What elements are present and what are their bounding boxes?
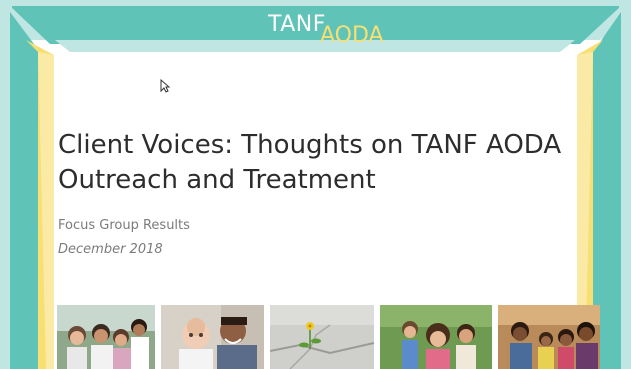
presentation-slide: TANF AODA Client Voices: Thoughts on TAN…	[0, 0, 631, 369]
mother-kids-photo	[380, 305, 492, 369]
slide-title-line-2: Outreach and Treatment	[58, 165, 376, 195]
family-photo	[57, 305, 155, 369]
flower-sidewalk-photo	[270, 305, 374, 369]
slide-subtitle: Focus Group Results	[58, 218, 190, 233]
mouse-pointer-icon	[160, 79, 170, 93]
family-group-photo	[498, 305, 600, 369]
logo-aoda-text: AODA	[320, 23, 384, 48]
slide-title-line-1: Client Voices: Thoughts on TANF AODA	[58, 130, 562, 160]
father-baby-photo	[161, 305, 264, 369]
slide-title: Client Voices: Thoughts on TANF AODA Out…	[58, 128, 598, 198]
logo-tanf-text: TANF	[268, 12, 326, 37]
slide-date: December 2018	[58, 242, 163, 257]
